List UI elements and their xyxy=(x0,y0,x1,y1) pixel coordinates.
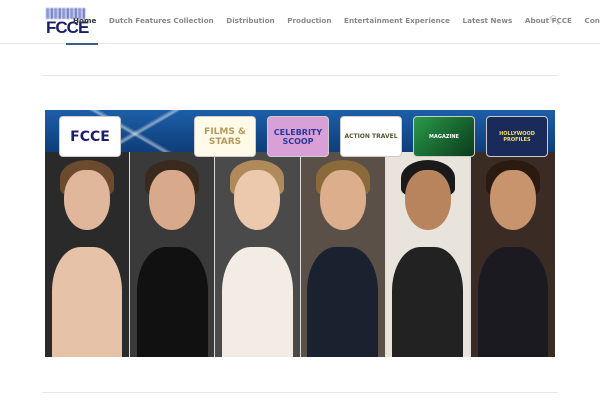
badge-label: FCCE xyxy=(70,128,110,145)
divider xyxy=(42,75,558,76)
celebrity-photo xyxy=(300,152,386,357)
nav-dutch-features[interactable]: Dutch Features Collection xyxy=(109,16,214,25)
search-icon[interactable]: 🔍︎ xyxy=(549,16,560,26)
badge-label: MAGAZINE xyxy=(429,133,459,140)
celebrity-photo xyxy=(215,152,301,357)
nav-contact[interactable]: Contact xyxy=(585,16,600,25)
site-header: FCCE Home Dutch Features Collection Dist… xyxy=(0,0,600,45)
active-nav-indicator xyxy=(66,43,98,45)
badge-celebrity-scoop: CELEBRITY SCOOP xyxy=(267,116,329,157)
divider xyxy=(42,392,558,393)
celebrity-photo xyxy=(45,152,131,357)
nav-latest-news[interactable]: Latest News xyxy=(463,16,513,25)
nav-home[interactable]: Home xyxy=(73,16,96,25)
badge-magazine: MAGAZINE xyxy=(413,116,475,157)
badge-action-travel: ACTION TRAVEL xyxy=(340,116,402,157)
badge-fcce: FCCE xyxy=(59,116,121,157)
badge-label: FILMS & STARS xyxy=(204,126,246,147)
nav-entertainment[interactable]: Entertainment Experience xyxy=(344,16,450,25)
nav-production[interactable]: Production xyxy=(287,16,331,25)
badge-hollywood-profiles: HOLLYWOOD PROFILES xyxy=(486,116,548,157)
main-nav: Home Dutch Features Collection Distribut… xyxy=(73,16,600,25)
hero-banner: FCCE FILMS & STARS CELEBRITY SCOOP ACTIO… xyxy=(45,110,555,357)
badge-label: ACTION TRAVEL xyxy=(344,133,398,140)
nav-distribution[interactable]: Distribution xyxy=(226,16,274,25)
celebrity-photo xyxy=(385,152,471,357)
celebrity-photo xyxy=(130,152,216,357)
celebrity-photo xyxy=(470,152,555,357)
badge-films-stars: FILMS & STARS xyxy=(194,116,256,157)
badge-label: CELEBRITY SCOOP xyxy=(273,127,323,146)
celebrity-photos xyxy=(45,152,555,357)
badge-label: HOLLYWOOD PROFILES xyxy=(499,130,535,143)
